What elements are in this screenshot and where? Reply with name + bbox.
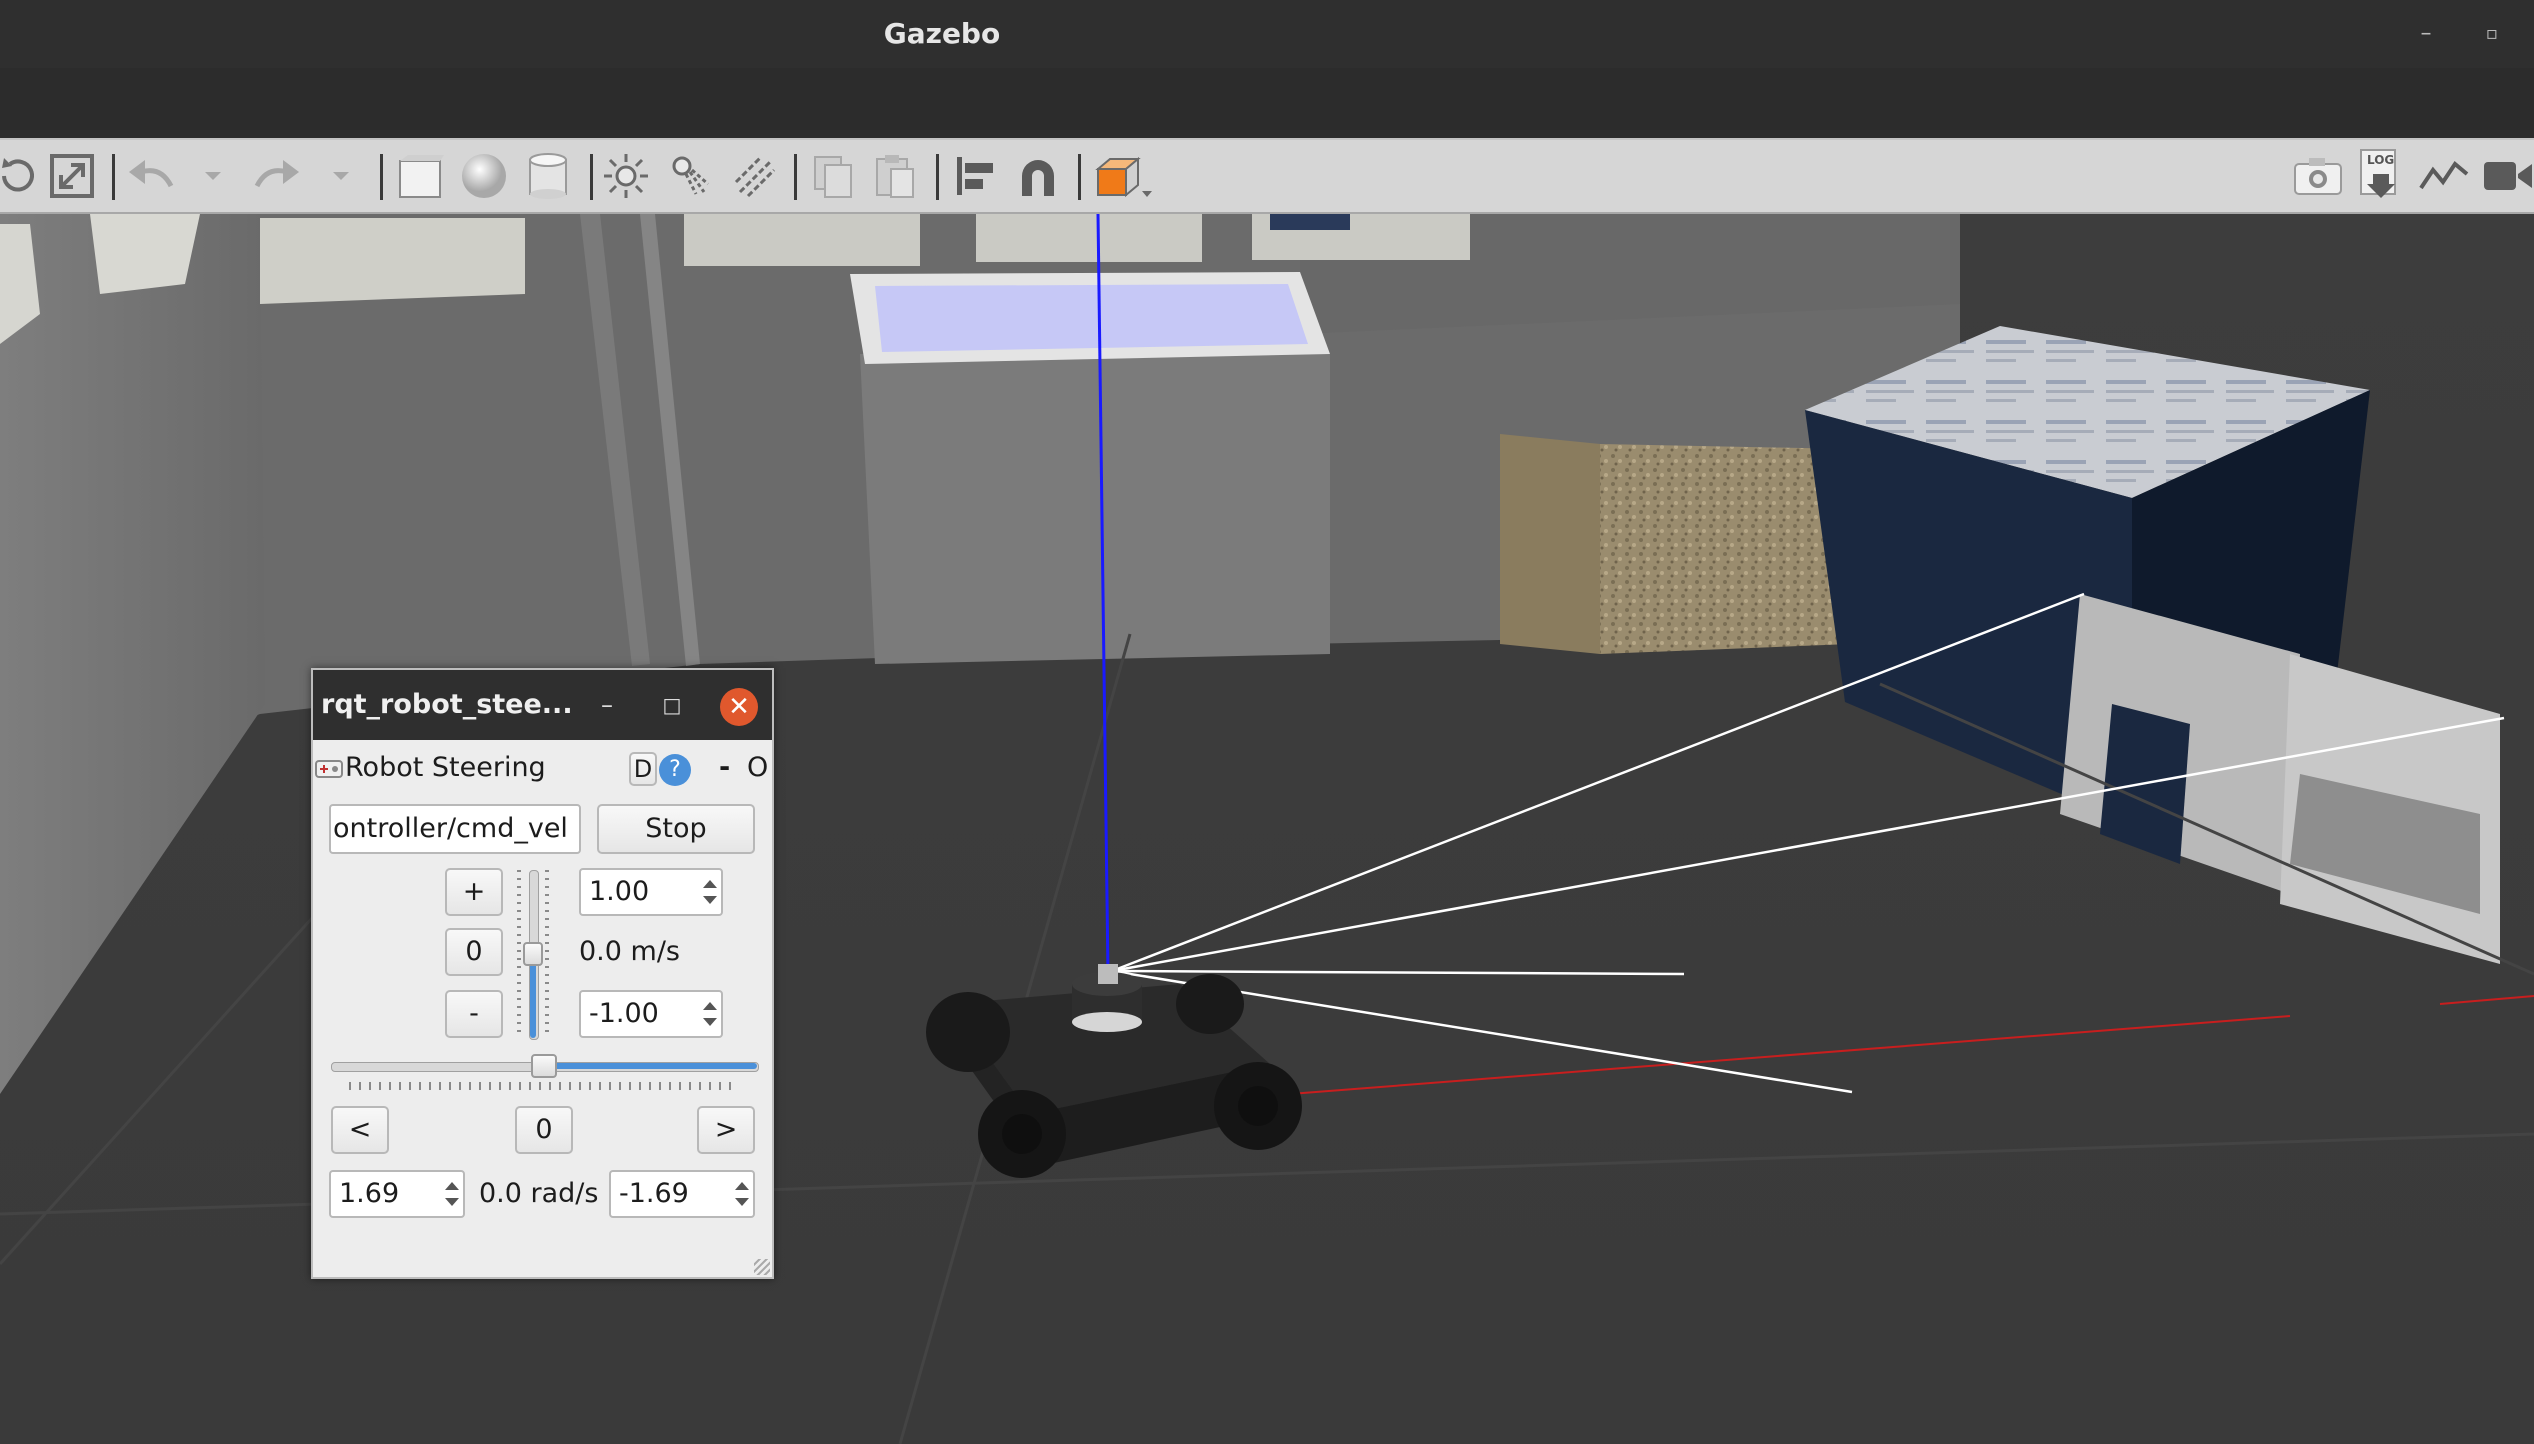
- angular-velocity-slider[interactable]: [331, 1052, 759, 1096]
- turn-right-button[interactable]: >: [697, 1106, 755, 1154]
- linear-velocity-readout: 0.0 m/s: [579, 936, 680, 967]
- turn-left-button[interactable]: <: [331, 1106, 389, 1154]
- magnet-icon[interactable]: [1012, 140, 1064, 212]
- menu-bar: [0, 68, 2534, 138]
- cylinder-icon[interactable]: [522, 140, 574, 212]
- wall-poster-dark: [1270, 214, 1350, 230]
- plugin-title: Robot Steering: [345, 752, 546, 783]
- spin-arrows-icon[interactable]: [699, 992, 721, 1036]
- resize-grip-icon[interactable]: [754, 1259, 770, 1275]
- copy-icon[interactable]: [808, 140, 858, 212]
- directional-light-icon[interactable]: [728, 140, 780, 212]
- linear-max-value: 1.00: [589, 876, 650, 907]
- angular-right-value: -1.69: [619, 1178, 689, 1209]
- log-label: LOG: [2367, 153, 2394, 167]
- angular-right-spinbox[interactable]: -1.69: [609, 1170, 755, 1218]
- angular-left-value: 1.69: [339, 1178, 400, 1209]
- spin-arrows-icon[interactable]: [441, 1172, 463, 1216]
- textured-column: [1500, 434, 1600, 654]
- video-record-icon[interactable]: [2480, 140, 2534, 212]
- redo-dropdown-icon[interactable]: [328, 140, 354, 212]
- linear-velocity-slider[interactable]: [515, 870, 555, 1040]
- robot-steering-dialog: rqt_robot_stee... – □ ✕ Robot Steering D…: [311, 668, 774, 1279]
- minimize-plugin-button[interactable]: -: [719, 750, 730, 786]
- linear-increase-button[interactable]: +: [445, 868, 503, 916]
- help-icon[interactable]: ?: [659, 754, 691, 786]
- dialog-title: rqt_robot_stee...: [321, 689, 573, 720]
- window-title: Gazebo: [883, 17, 1001, 50]
- undo-dropdown-icon[interactable]: [200, 140, 226, 212]
- restore-button[interactable]: ▫: [2474, 16, 2510, 52]
- topic-input[interactable]: ontroller/cmd_vel: [329, 804, 581, 854]
- sphere-icon[interactable]: [458, 140, 510, 212]
- toolbar-separator: [794, 154, 797, 200]
- toolbar-separator: [590, 154, 593, 200]
- redo-icon[interactable]: [252, 140, 302, 212]
- angular-velocity-readout: 0.0 rad/s: [479, 1178, 599, 1209]
- kiosk-body: [860, 354, 1330, 664]
- wall-poster: [90, 214, 200, 294]
- wall-poster: [684, 214, 920, 266]
- linear-decrease-button[interactable]: -: [445, 990, 503, 1038]
- align-icon[interactable]: [950, 140, 1000, 212]
- dialog-maximize-button[interactable]: □: [655, 688, 689, 722]
- plugin-icon: [315, 758, 343, 778]
- angular-left-spinbox[interactable]: 1.69: [329, 1170, 465, 1218]
- linear-zero-button[interactable]: 0: [445, 928, 503, 976]
- toolbar: LOG: [0, 138, 2534, 214]
- screenshot-icon[interactable]: [2290, 140, 2346, 212]
- dialog-titlebar[interactable]: rqt_robot_stee... – □ ✕: [313, 670, 772, 740]
- stop-button[interactable]: Stop: [597, 804, 755, 854]
- log-icon[interactable]: LOG: [2352, 140, 2408, 212]
- scale-icon[interactable]: [48, 140, 96, 212]
- kiosk-screen: [875, 284, 1308, 352]
- undo-icon[interactable]: [126, 140, 176, 212]
- wall-poster: [976, 214, 1202, 262]
- toolbar-separator: [1078, 154, 1081, 200]
- plot-icon[interactable]: [2416, 140, 2472, 212]
- angular-zero-button[interactable]: 0: [515, 1106, 573, 1154]
- spin-arrows-icon[interactable]: [699, 870, 721, 914]
- window-titlebar: Gazebo – ▫: [0, 0, 2534, 68]
- view-angle-icon[interactable]: [1090, 140, 1156, 212]
- linear-min-spinbox[interactable]: -1.00: [579, 990, 723, 1038]
- toolbar-separator: [380, 154, 383, 200]
- close-plugin-button[interactable]: O: [747, 750, 768, 786]
- wall-poster: [260, 218, 525, 304]
- point-light-icon[interactable]: [600, 140, 652, 212]
- minimize-button[interactable]: –: [2408, 16, 2444, 52]
- rotate-icon[interactable]: [0, 140, 34, 212]
- dialog-minimize-button[interactable]: –: [590, 688, 624, 722]
- textured-wall: [1600, 444, 1850, 654]
- box-icon[interactable]: [394, 140, 446, 212]
- dialog-close-button[interactable]: ✕: [720, 688, 758, 726]
- linear-max-spinbox[interactable]: 1.00: [579, 868, 723, 916]
- spin-arrows-icon[interactable]: [731, 1172, 753, 1216]
- spot-light-icon[interactable]: [664, 140, 716, 212]
- paste-icon[interactable]: [870, 140, 920, 212]
- toolbar-separator: [112, 154, 115, 200]
- linear-min-value: -1.00: [589, 998, 659, 1029]
- toolbar-separator: [936, 154, 939, 200]
- dock-button[interactable]: D: [629, 752, 657, 786]
